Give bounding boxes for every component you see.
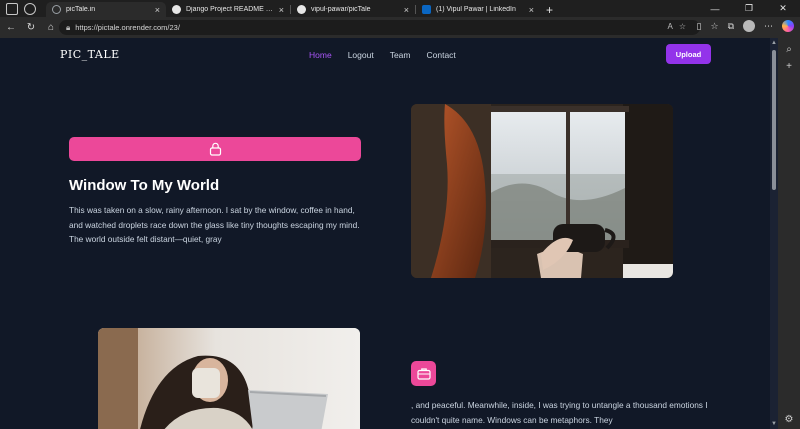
chatgpt-icon (172, 5, 181, 14)
close-icon[interactable]: × (529, 5, 534, 15)
globe-icon (52, 5, 61, 14)
site-logo[interactable]: PIC_TALE (60, 48, 120, 61)
nav-logout[interactable]: Logout (348, 50, 374, 60)
collections-icon[interactable]: ⧉ (728, 21, 734, 32)
tab-pictale[interactable]: picTale.in × (46, 2, 166, 17)
back-icon[interactable]: ← (2, 22, 20, 33)
window-controls: — ❐ ✕ (698, 0, 800, 17)
split-screen-icon[interactable]: ▯ (697, 21, 702, 32)
minimize-icon[interactable]: — (698, 4, 732, 14)
close-icon[interactable]: × (155, 5, 160, 15)
search-icon[interactable]: ⌕ (778, 44, 800, 55)
site-info-icon[interactable]: 🔒︎ (66, 23, 70, 33)
address-bar[interactable]: 🔒︎ https://pictale.onrender.com/23/ A☆ (59, 20, 700, 35)
window-photo (411, 104, 673, 278)
more-icon[interactable]: ⋯ (764, 21, 773, 32)
close-window-icon[interactable]: ✕ (766, 3, 800, 14)
linkedin-icon (422, 5, 431, 14)
close-icon[interactable]: × (279, 5, 284, 15)
github-icon (297, 5, 306, 14)
scroll-thumb[interactable] (772, 50, 776, 190)
upload-button[interactable]: Upload (666, 44, 711, 64)
avatar[interactable] (743, 20, 755, 32)
toolbar-actions: ▯ ☆ ⧉ ⋯ (688, 20, 794, 32)
post-description: This was taken on a slow, rainy afternoo… (69, 205, 360, 244)
workspaces-icon[interactable] (6, 3, 18, 15)
favorites-icon[interactable]: ☆ (710, 21, 718, 32)
nav-team[interactable]: Team (390, 50, 411, 60)
gear-icon[interactable]: ⚙ (778, 414, 800, 425)
tab-label: (1) Vipul Pawar | LinkedIn (436, 6, 516, 13)
url-text: https://pictale.onrender.com/23/ (75, 23, 180, 32)
post-description-continued: , and peaceful. Meanwhile, inside, I was… (411, 400, 708, 425)
sidebar-panel: ⌕ + ⚙ (778, 38, 800, 429)
new-tab-icon[interactable]: + (546, 4, 553, 16)
lock-icon (209, 142, 221, 156)
maximize-icon[interactable]: ❐ (732, 3, 766, 14)
tab-github[interactable]: vipul-pawar/picTale × (291, 2, 415, 17)
tab-label: picTale.in (66, 6, 96, 13)
post-category-bar (69, 137, 361, 161)
site-nav: Home Logout Team Contact (309, 50, 472, 60)
close-icon[interactable]: × (404, 5, 409, 15)
tab-actions-icon[interactable] (24, 3, 36, 15)
tab-strip: picTale.in × Django Project README Creat… (0, 0, 800, 17)
coffee-laptop-photo (98, 328, 360, 429)
post-title: Window To My World (69, 177, 220, 194)
add-icon[interactable]: + (778, 61, 800, 72)
post-image-coffee-laptop[interactable] (98, 328, 360, 429)
read-aloud-icon[interactable]: A (667, 22, 678, 31)
tab-label: vipul-pawar/picTale (311, 6, 371, 13)
copilot-icon[interactable] (782, 20, 794, 32)
post-image-window[interactable] (411, 104, 673, 278)
tab-django-readme[interactable]: Django Project README Creation × (166, 2, 290, 17)
scroll-down-icon[interactable]: ▼ (771, 421, 777, 427)
home-icon[interactable]: ⌂ (42, 22, 60, 33)
nav-contact[interactable]: Contact (426, 50, 455, 60)
post-category-tile (411, 361, 436, 386)
reload-icon[interactable]: ↻ (22, 22, 40, 33)
tab-label: Django Project README Creation (186, 6, 275, 13)
page-viewport: PIC_TALE Home Logout Team Contact Upload… (0, 38, 778, 429)
nav-home[interactable]: Home (309, 50, 332, 60)
scroll-up-icon[interactable]: ▲ (771, 40, 777, 46)
tab-linkedin[interactable]: (1) Vipul Pawar | LinkedIn × (416, 2, 540, 17)
browser-toolbar: ← ↻ ⌂ 🔒︎ https://pictale.onrender.com/23… (0, 17, 800, 38)
briefcase-icon (416, 368, 431, 380)
page-scrollbar[interactable]: ▲ ▼ (770, 38, 778, 429)
